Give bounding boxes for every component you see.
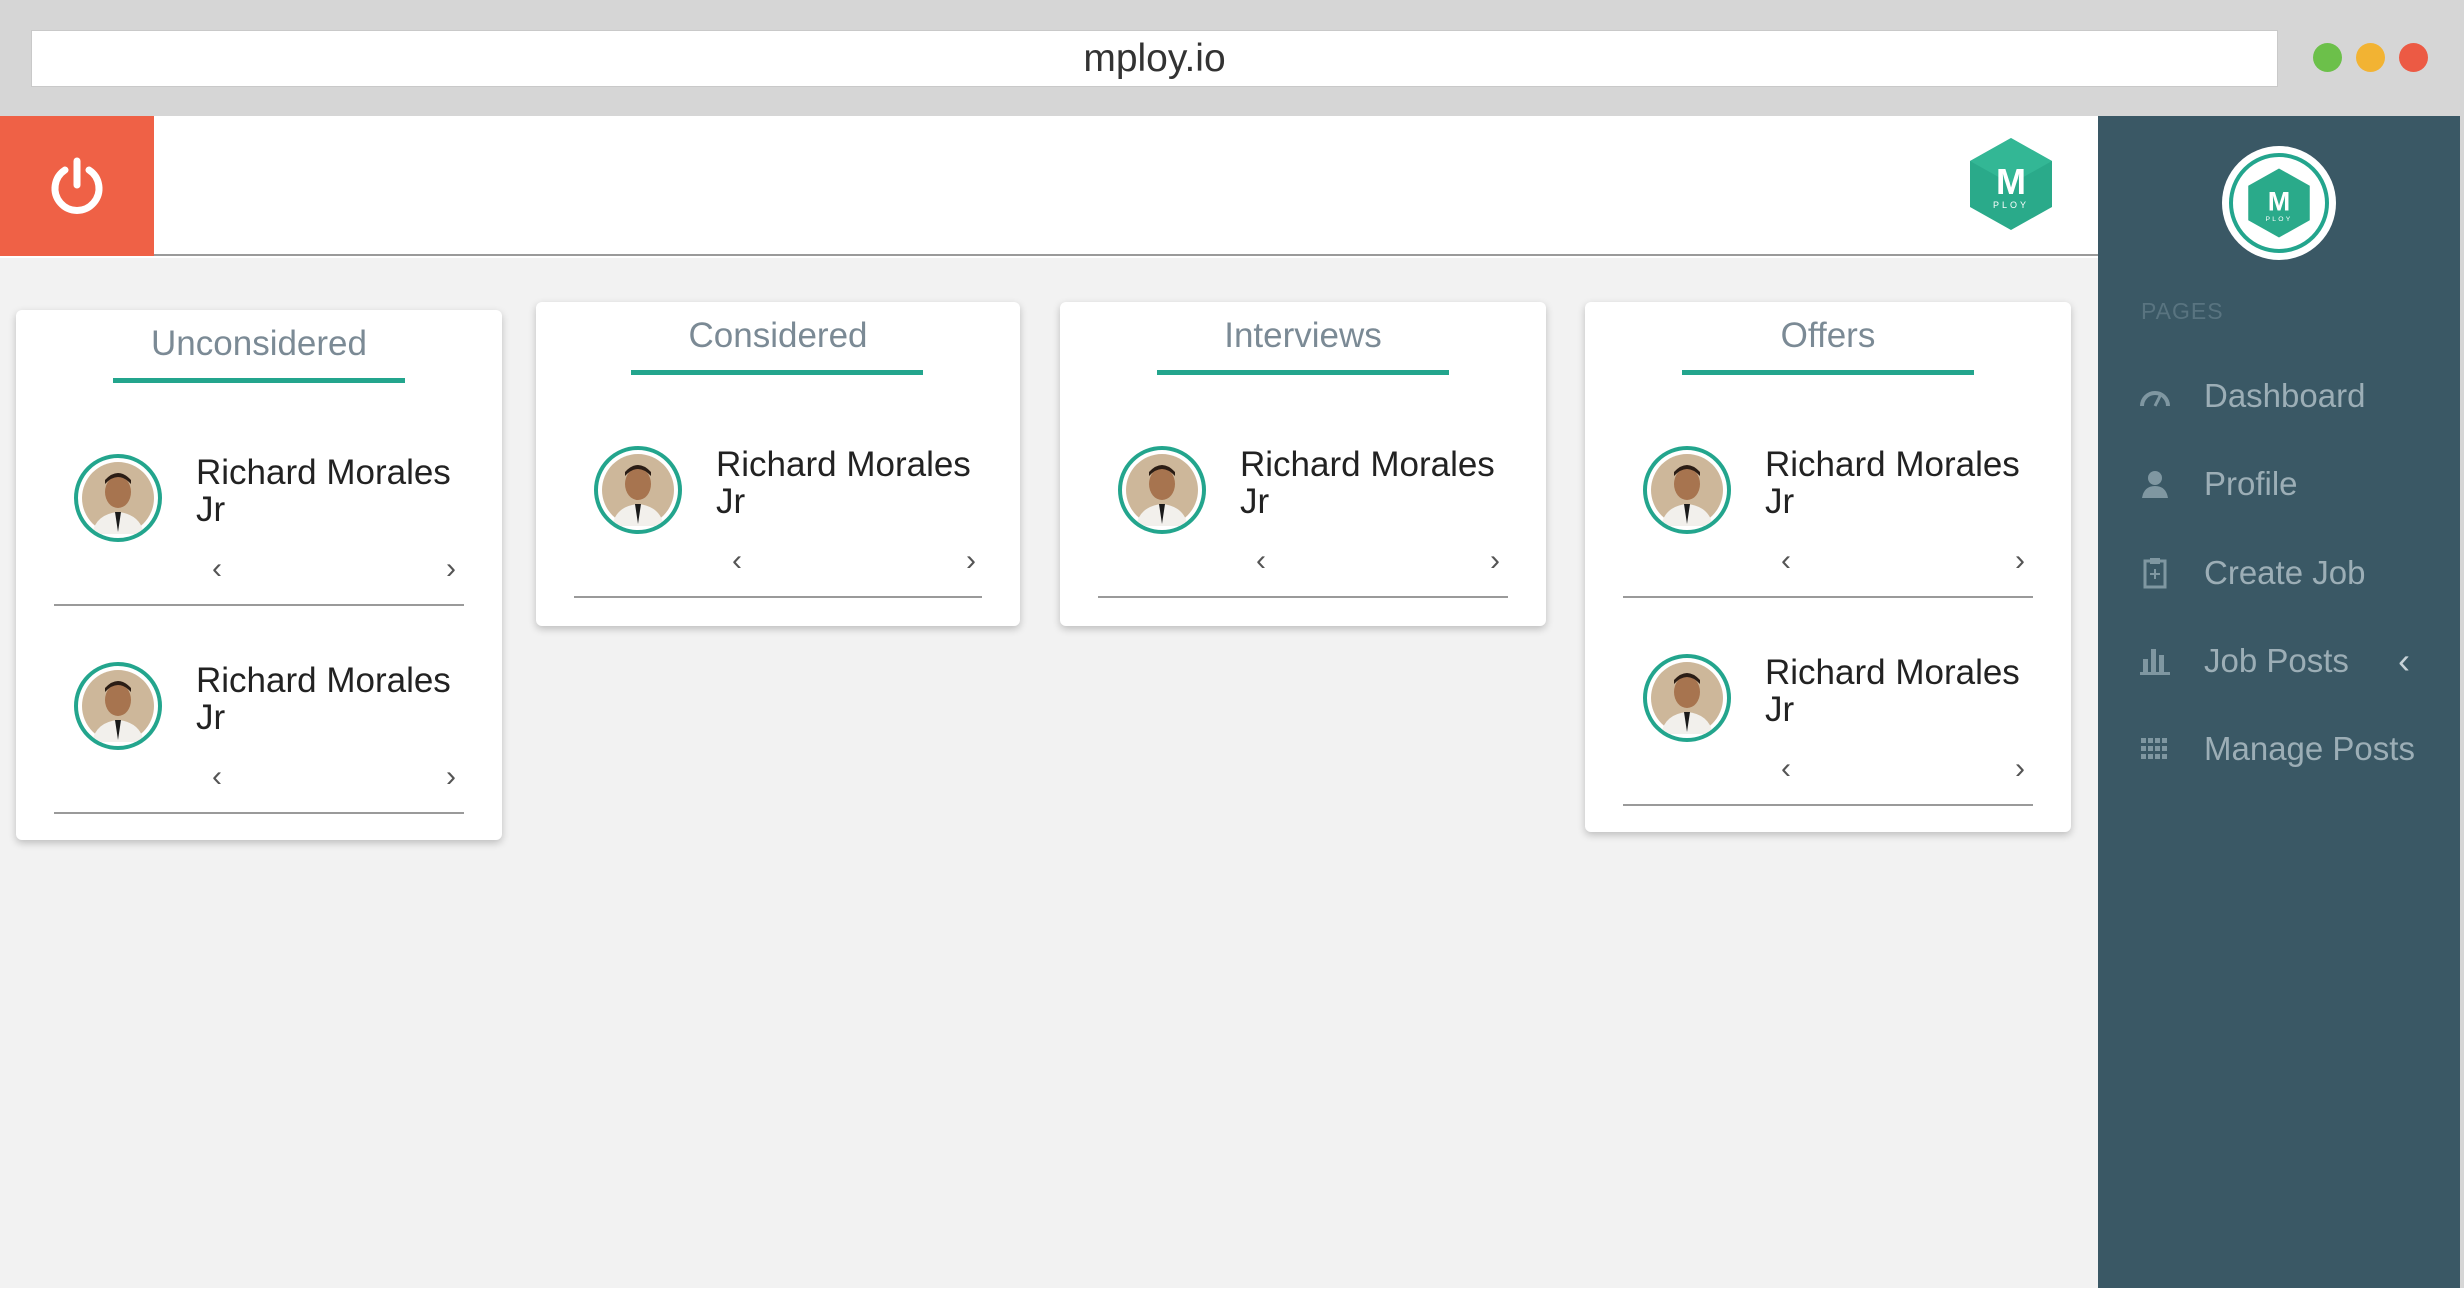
user-icon [2138,467,2172,501]
sidebar-section-label: PAGES [2141,298,2224,324]
next-stage-button[interactable]: › [436,762,466,792]
maximize-window-dot[interactable] [2313,43,2342,72]
sidebar: M PLOY PAGES Dashboard Profile Create Jo… [2098,116,2460,1288]
column-unconsidered: Unconsidered Richard Morales Jr ‹ › Rich… [16,310,502,840]
column-offers: Offers Richard Morales Jr ‹ › Richard Mo… [1585,302,2071,832]
candidate-card[interactable]: Richard Morales Jr ‹ › [1585,654,2071,854]
window-bottom [0,1288,2464,1298]
sidebar-item-manage-posts[interactable]: Manage Posts [2098,714,2460,784]
candidate-card[interactable]: Richard Morales Jr ‹ › [1060,446,1546,646]
sidebar-item-label: Create Job [2204,554,2366,591]
candidate-divider [54,604,464,606]
column-underline [1157,370,1449,375]
minimize-window-dot[interactable] [2356,43,2385,72]
gauge-icon [2138,379,2172,413]
candidate-divider [1623,596,2033,598]
column-considered: Considered Richard Morales Jr ‹ › [536,302,1020,626]
power-button[interactable] [0,116,154,256]
column-underline [113,378,405,383]
mploy-hex-logo-icon: M PLOY [2248,168,2310,238]
column-interviews: Interviews Richard Morales Jr ‹ › [1060,302,1546,626]
sidebar-logo-ring: M PLOY [2229,153,2329,253]
candidate-avatar[interactable] [1643,654,1731,742]
candidate-divider [54,812,464,814]
previous-stage-button[interactable]: ‹ [202,554,232,584]
power-icon [51,157,103,214]
previous-stage-button[interactable]: ‹ [1246,546,1276,576]
column-underline [631,370,923,375]
column-underline [1682,370,1974,375]
next-stage-button[interactable]: › [956,546,986,576]
previous-stage-button[interactable]: ‹ [1771,754,1801,784]
sidebar-logo[interactable]: M PLOY [2222,146,2336,260]
candidate-card[interactable]: Richard Morales Jr ‹ › [16,454,502,654]
previous-stage-button[interactable]: ‹ [1771,546,1801,576]
previous-stage-button[interactable]: ‹ [722,546,752,576]
next-stage-button[interactable]: › [2005,546,2035,576]
app-header [0,116,2098,256]
mploy-hex-logo-icon[interactable]: M PLOY [1968,136,2054,232]
candidate-card[interactable]: Richard Morales Jr ‹ › [1585,446,2071,646]
candidate-card[interactable]: Richard Morales Jr ‹ › [536,446,1020,646]
sidebar-item-label: Job Posts [2204,642,2349,679]
candidate-name[interactable]: Richard Morales Jr [1765,654,2025,728]
clipboard-icon [2138,556,2172,590]
grid-icon [2138,732,2172,766]
candidate-divider [1623,804,2033,806]
bar-chart-icon [2138,644,2172,678]
sidebar-item-label: Profile [2204,465,2298,502]
candidate-name[interactable]: Richard Morales Jr [1765,446,2025,520]
previous-stage-button[interactable]: ‹ [202,762,232,792]
close-window-dot[interactable] [2399,43,2428,72]
logo-text: PLOY [2265,216,2292,223]
candidate-avatar[interactable] [1643,446,1731,534]
logo-text: PLOY [1993,200,2029,210]
candidate-name[interactable]: Richard Morales Jr [196,454,456,528]
next-stage-button[interactable]: › [1480,546,1510,576]
address-text: mploy.io [1083,36,1226,80]
candidate-name[interactable]: Richard Morales Jr [716,446,976,520]
candidate-avatar[interactable] [74,454,162,542]
candidate-name[interactable]: Richard Morales Jr [1240,446,1500,520]
sidebar-item-profile[interactable]: Profile [2098,449,2460,519]
logo-letter: M [1996,161,2026,202]
sidebar-item-label: Dashboard [2204,377,2366,414]
sidebar-item-dashboard[interactable]: Dashboard [2098,361,2460,431]
address-bar[interactable]: mploy.io [31,30,2278,87]
chevron-left-icon[interactable]: ‹ [2398,640,2410,682]
logo-letter: M [2268,187,2291,217]
candidate-avatar[interactable] [594,446,682,534]
candidate-divider [1098,596,1508,598]
next-stage-button[interactable]: › [436,554,466,584]
candidate-avatar[interactable] [74,662,162,750]
candidate-name[interactable]: Richard Morales Jr [196,662,456,736]
sidebar-item-label: Manage Posts [2204,730,2415,767]
next-stage-button[interactable]: › [2005,754,2035,784]
sidebar-item-create-job[interactable]: Create Job [2098,538,2460,608]
column-title: Interviews [1224,316,1382,355]
window-edge [2460,116,2464,1288]
candidate-divider [574,596,982,598]
column-title: Offers [1780,316,1876,355]
candidate-card[interactable]: Richard Morales Jr ‹ › [16,662,502,862]
column-title: Considered [688,316,868,355]
sidebar-item-job-posts[interactable]: Job Posts ‹ [2098,626,2460,696]
candidate-avatar[interactable] [1118,446,1206,534]
column-title: Unconsidered [151,324,367,363]
